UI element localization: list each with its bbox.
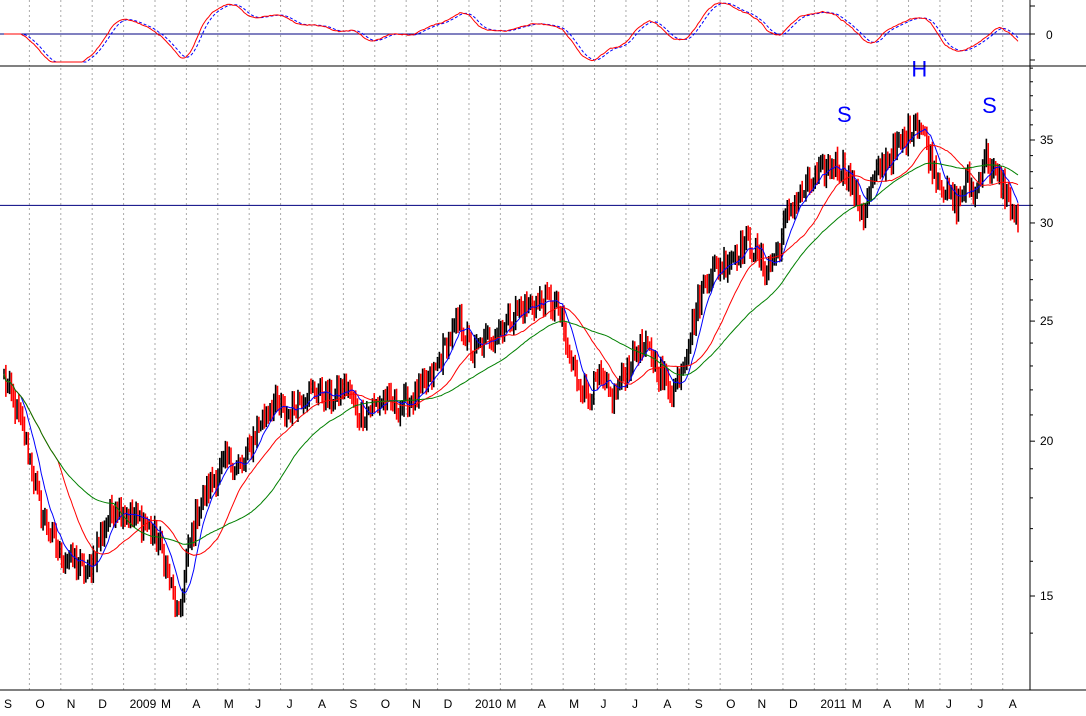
- x-tick-label: J: [946, 697, 952, 711]
- x-tick-label: A: [192, 697, 200, 711]
- chart-svg: 0 S H S S O N D 2009 M A M J J A S O N D 2010 M A M J J A S O N D 20…: [0, 0, 1086, 711]
- x-tick-label: A: [318, 697, 326, 711]
- x-tick-label: A: [663, 697, 671, 711]
- x-tick-label: A: [1009, 697, 1017, 711]
- x-tick-label: M: [161, 697, 171, 711]
- x-tick-label: N: [67, 697, 76, 711]
- x-tick-label: M: [915, 697, 925, 711]
- x-tick-label: J: [255, 697, 261, 711]
- x-tick-label: A: [538, 697, 546, 711]
- stock-chart: 0 S H S S O N D 2009 M A M J J A S O N D 2010 M A M J J A S O N D 20…: [0, 0, 1086, 711]
- x-tick-label: 2010: [475, 697, 502, 711]
- x-tick-label: 2011: [820, 697, 846, 711]
- x-tick-label: J: [601, 697, 607, 711]
- x-tick-label: 2009: [130, 697, 157, 711]
- y-tick-label: 25: [1040, 314, 1054, 328]
- x-tick-label: M: [852, 697, 862, 711]
- pattern-label: S: [837, 102, 852, 127]
- x-tick-label: D: [444, 697, 453, 711]
- x-tick-label: O: [381, 697, 390, 711]
- x-tick-label: J: [977, 697, 983, 711]
- x-tick-label: A: [883, 697, 891, 711]
- x-tick-label: N: [758, 697, 767, 711]
- y-tick-label: 35: [1040, 133, 1054, 147]
- x-tick-label: S: [695, 697, 703, 711]
- x-tick-label: M: [569, 697, 579, 711]
- x-tick-label: M: [506, 697, 516, 711]
- x-tick-label: M: [224, 697, 234, 711]
- x-tick-label: S: [4, 697, 12, 711]
- pattern-label: H: [911, 56, 927, 81]
- chart-background: [0, 0, 1086, 711]
- x-tick-label: D: [789, 697, 798, 711]
- y-tick-label: 15: [1040, 589, 1054, 603]
- x-tick-label: J: [287, 697, 293, 711]
- x-tick-label: O: [726, 697, 735, 711]
- y-tick-label: 30: [1040, 216, 1054, 230]
- x-tick-label: N: [412, 697, 421, 711]
- oscillator-zero-label: 0: [1046, 28, 1053, 42]
- x-tick-label: J: [632, 697, 638, 711]
- x-tick-label: O: [35, 697, 44, 711]
- x-tick-label: S: [349, 697, 357, 711]
- x-tick-label: D: [98, 697, 107, 711]
- y-tick-label: 20: [1040, 434, 1054, 448]
- pattern-label: S: [982, 93, 997, 118]
